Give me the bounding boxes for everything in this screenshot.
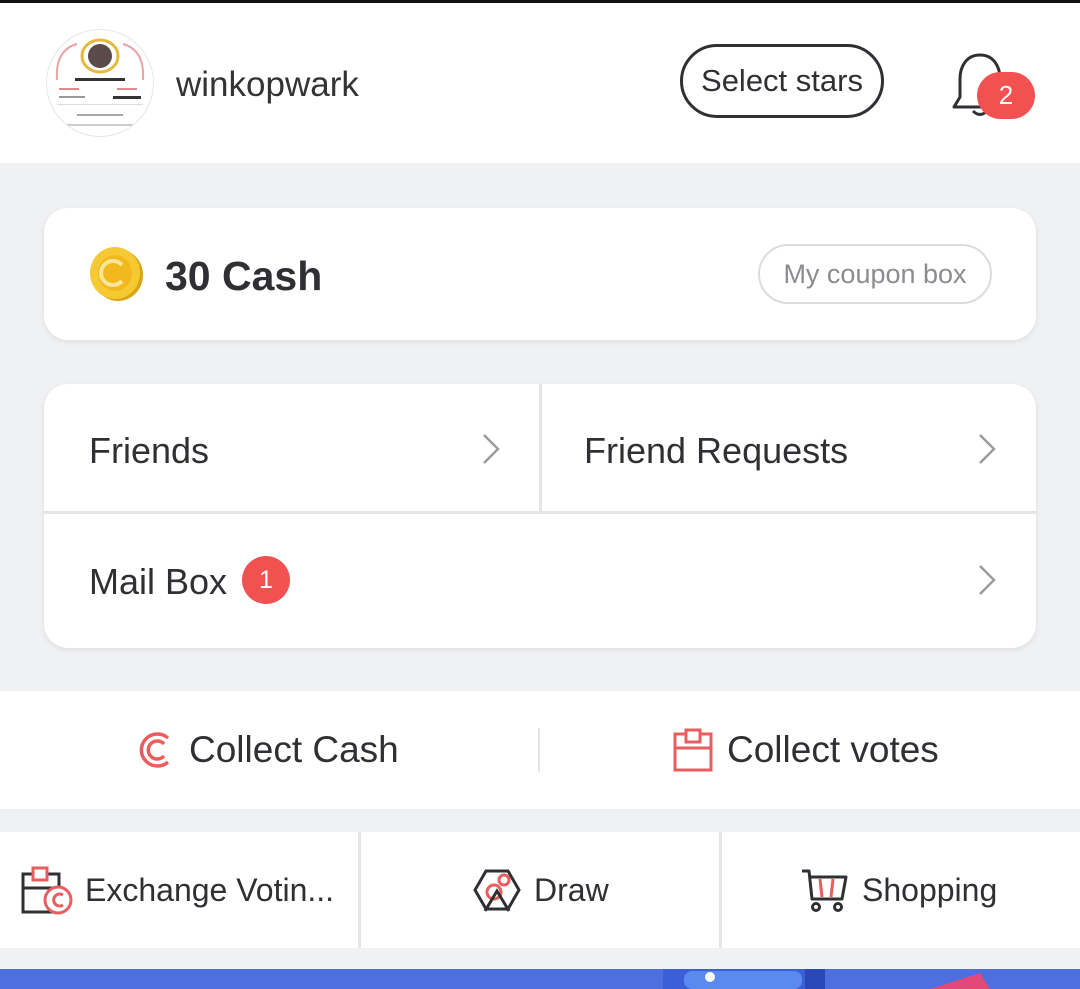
exchange-vote-icon <box>21 866 73 915</box>
chevron-right-icon <box>979 434 996 464</box>
collect-votes-button[interactable]: Collect votes <box>673 691 939 809</box>
collect-cash-button[interactable]: Collect Cash <box>135 691 399 809</box>
mail-box-label: Mail Box <box>89 561 228 602</box>
shopping-label: Shopping <box>862 871 998 908</box>
shopping-button[interactable]: Shopping <box>800 832 997 948</box>
exchange-voting-button[interactable]: Exchange Votin... <box>21 832 334 948</box>
select-stars-button[interactable]: Select stars <box>680 44 884 118</box>
ballot-box-icon <box>673 728 713 772</box>
shopping-cart-icon <box>802 869 848 912</box>
profile-header: winkopwark Select stars <box>0 3 1080 163</box>
cash-c-icon <box>139 732 170 768</box>
exchange-voting-label: Exchange Votin... <box>85 871 335 908</box>
collect-votes-label: Collect votes <box>727 729 939 770</box>
banner-art <box>663 969 990 989</box>
collect-bar: Collect Cash Collect votes <box>0 691 1080 809</box>
cash-amount: 30 Cash <box>165 253 323 299</box>
collect-cash-label: Collect Cash <box>189 729 399 770</box>
divider <box>538 728 540 772</box>
mail-box-item[interactable]: Mail Box 1 <box>44 514 1036 648</box>
chevron-right-icon <box>979 565 996 595</box>
divider <box>719 832 722 948</box>
avatar-card-image <box>55 38 145 126</box>
friend-requests-item[interactable]: Friend Requests <box>542 384 1036 511</box>
cash-card: 30 Cash My coupon box <box>44 208 1036 340</box>
coupon-box-button[interactable]: My coupon box <box>758 244 992 304</box>
divider <box>358 832 361 948</box>
friend-requests-label: Friend Requests <box>584 430 849 471</box>
username: winkopwark <box>176 65 359 104</box>
draw-button[interactable]: Draw <box>472 832 609 948</box>
avatar[interactable] <box>46 29 154 137</box>
notification-badge: 2 <box>977 72 1035 119</box>
friends-label: Friends <box>89 430 210 471</box>
promo-banner[interactable] <box>0 969 1080 989</box>
chevron-right-icon <box>483 434 500 464</box>
friends-item[interactable]: Friends <box>44 384 539 511</box>
lottery-draw-icon <box>473 869 521 912</box>
tools-bar: Exchange Votin... Draw Shopping <box>0 832 1080 948</box>
draw-label: Draw <box>534 871 609 908</box>
menu-card: Friends Friend Requests Mail Box 1 <box>44 384 1036 648</box>
mail-count-badge: 1 <box>242 556 290 604</box>
coin-icon <box>90 247 143 301</box>
